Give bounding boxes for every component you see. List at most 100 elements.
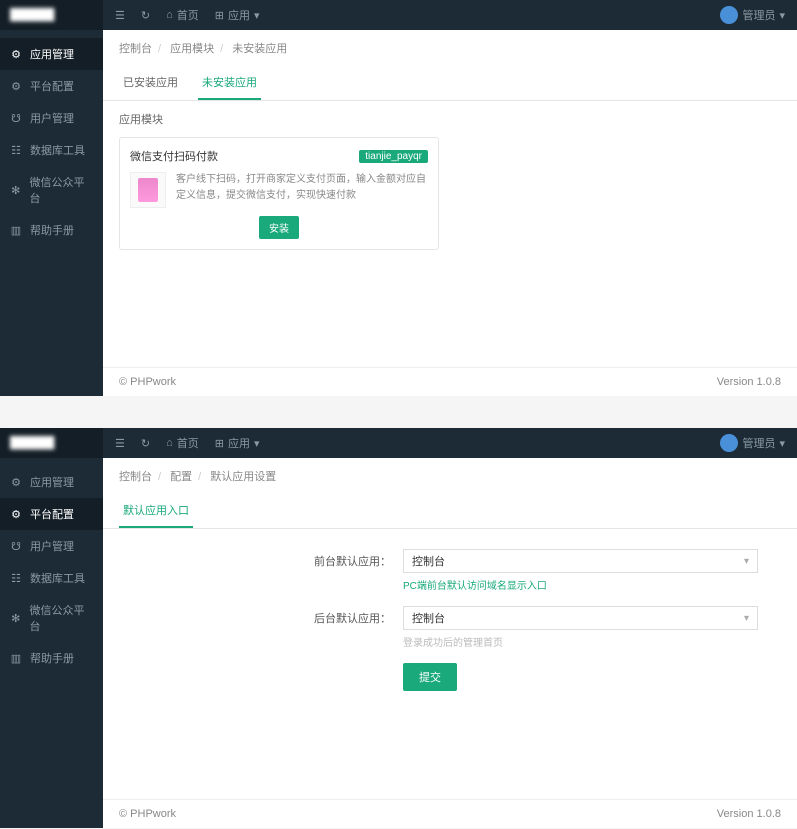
copyright: © PHPwork (119, 376, 176, 388)
tabs: 默认应用入口 (103, 494, 797, 529)
main: ☰ ↻ ⌂首页 ⊞应用 ▾ 管理员 ▾ 控制台/ 应用模块/ 未安装应用 已安装… (103, 0, 797, 396)
section-title: 应用模块 (103, 101, 797, 137)
nav-item-platform[interactable]: ⚙ 平台配置 (0, 498, 103, 530)
nav-item-wechat[interactable]: ✻ 微信公众平台 (0, 166, 103, 214)
chevron-down-icon: ▾ (744, 556, 749, 567)
database-icon: ☷ (10, 144, 22, 156)
wechat-icon: ✻ (10, 184, 22, 196)
avatar (720, 434, 738, 452)
crumb[interactable]: 配置 (170, 471, 192, 483)
nav-label: 平台配置 (30, 506, 74, 522)
form: 前台默认应用： 控制台 ▾ PC端前台默认访问域名显示入口 后台默认应用： 控制… (103, 529, 797, 711)
breadcrumb: 控制台/ 配置/ 默认应用设置 (103, 458, 797, 494)
gear-icon: ⚙ (10, 48, 22, 60)
grid-icon: ⊞ (215, 437, 224, 450)
topbar: ☰ ↻ ⌂首页 ⊞应用 ▾ 管理员 ▾ (103, 0, 797, 30)
back-help-text: 登录成功后的管理首页 (403, 634, 797, 649)
nav-label: 帮助手册 (30, 222, 74, 238)
gear-icon: ⚙ (10, 80, 22, 92)
gear-icon: ⚙ (10, 508, 22, 520)
nav-item-help[interactable]: ▥帮助手册 (0, 642, 103, 674)
submit-button[interactable]: 提交 (403, 663, 457, 691)
home-link[interactable]: ⌂首页 (166, 7, 199, 23)
logo: ██████ (0, 428, 103, 458)
breadcrumb: 控制台/ 应用模块/ 未安装应用 (103, 30, 797, 66)
front-app-label: 前台默认应用： (103, 553, 403, 569)
user-menu[interactable]: 管理员 ▾ (720, 6, 785, 24)
chevron-down-icon: ▾ (254, 9, 260, 22)
card-title: 微信支付扫码付款 (130, 148, 218, 164)
chevron-down-icon: ▾ (254, 437, 260, 450)
chevron-down-icon: ▾ (779, 437, 785, 450)
nav-label: 应用管理 (30, 46, 74, 62)
menu-toggle[interactable]: ☰ (115, 9, 125, 22)
wechat-icon: ✻ (10, 612, 22, 624)
nav-label: 应用管理 (30, 474, 74, 490)
content: 控制台/ 应用模块/ 未安装应用 已安装应用 未安装应用 应用模块 微信支付扫码… (103, 30, 797, 367)
home-icon: ⌂ (166, 9, 173, 21)
nav-item-platform[interactable]: ⚙ 平台配置 (0, 70, 103, 102)
panel-config: ██████ ⚙应用管理 ⚙平台配置 ☋用户管理 ☷数据库工具 ✻微信公众平台 … (0, 428, 797, 828)
app-thumbnail (130, 172, 166, 208)
nav-label: 用户管理 (30, 538, 74, 554)
crumb: 默认应用设置 (210, 471, 276, 483)
refresh-button[interactable]: ↻ (141, 9, 150, 22)
tab-not-installed[interactable]: 未安装应用 (198, 66, 261, 100)
back-app-label: 后台默认应用： (103, 610, 403, 626)
version: Version 1.0.8 (717, 376, 781, 388)
home-link[interactable]: ⌂首页 (166, 435, 199, 451)
nav-label: 帮助手册 (30, 650, 74, 666)
nav-item-users[interactable]: ☋用户管理 (0, 530, 103, 562)
nav-item-database[interactable]: ☷ 数据库工具 (0, 134, 103, 166)
logo: ██████ (0, 0, 103, 30)
back-app-select[interactable]: 控制台 ▾ (403, 606, 758, 630)
front-app-select[interactable]: 控制台 ▾ (403, 549, 758, 573)
nav-item-apps[interactable]: ⚙ 应用管理 (0, 466, 103, 498)
select-value: 控制台 (412, 553, 445, 569)
panel-apps: ██████ ⚙ 应用管理 ⚙ 平台配置 ☋用户管理 ☷ 数据库工具 ✻ 微信公众平台 … (0, 0, 797, 396)
book-icon: ▥ (10, 224, 22, 236)
nav-label: 微信公众平台 (30, 174, 93, 206)
version: Version 1.0.8 (717, 808, 781, 820)
crumb[interactable]: 控制台 (119, 43, 152, 55)
user-menu[interactable]: 管理员 ▾ (720, 434, 785, 452)
sidebar: ██████ ⚙应用管理 ⚙平台配置 ☋用户管理 ☷数据库工具 ✻微信公众平台 … (0, 428, 103, 828)
nav-label: 平台配置 (30, 78, 74, 94)
crumb[interactable]: 应用模块 (170, 43, 214, 55)
app-card: 微信支付扫码付款 tianjie_payqr 客户线下扫码，打开商家定义支付页面… (119, 137, 439, 250)
install-button[interactable]: 安装 (259, 216, 299, 239)
front-help-text: PC端前台默认访问域名显示入口 (403, 577, 797, 592)
nav-label: 微信公众平台 (30, 602, 93, 634)
database-icon: ☷ (10, 572, 22, 584)
tab-default-entry[interactable]: 默认应用入口 (119, 494, 193, 528)
apps-dropdown[interactable]: ⊞应用 ▾ (215, 7, 260, 23)
nav: ⚙ 应用管理 ⚙ 平台配置 ☋用户管理 ☷ 数据库工具 ✻ 微信公众平台 ▥ 帮助手册 (0, 30, 103, 396)
copyright: © PHPwork (119, 808, 176, 820)
content: 控制台/ 配置/ 默认应用设置 默认应用入口 前台默认应用： 控制台 ▾ PC端… (103, 458, 797, 799)
nav-item-help[interactable]: ▥ 帮助手册 (0, 214, 103, 246)
nav-label: 数据库工具 (30, 570, 85, 586)
sidebar: ██████ ⚙ 应用管理 ⚙ 平台配置 ☋用户管理 ☷ 数据库工具 ✻ 微信公众平台 … (0, 0, 103, 396)
main: ☰ ↻ ⌂首页 ⊞应用 ▾ 管理员 ▾ 控制台/ 配置/ 默认应用设置 默认应用… (103, 428, 797, 828)
nav-item-users[interactable]: ☋用户管理 (0, 102, 103, 134)
tab-installed[interactable]: 已安装应用 (119, 66, 182, 100)
card-badge: tianjie_payqr (359, 150, 428, 163)
select-value: 控制台 (412, 610, 445, 626)
apps-dropdown[interactable]: ⊞应用 ▾ (215, 435, 260, 451)
crumb[interactable]: 控制台 (119, 471, 152, 483)
gear-icon: ⚙ (10, 476, 22, 488)
footer: © PHPwork Version 1.0.8 (103, 367, 797, 396)
avatar (720, 6, 738, 24)
chevron-down-icon: ▾ (779, 9, 785, 22)
nav-item-database[interactable]: ☷ 数据库工具 (0, 562, 103, 594)
nav-item-wechat[interactable]: ✻ 微信公众平台 (0, 594, 103, 642)
grid-icon: ⊞ (215, 9, 224, 22)
nav-item-apps[interactable]: ⚙ 应用管理 (0, 38, 103, 70)
card-description: 客户线下扫码，打开商家定义支付页面，输入金额对应自定义信息，提交微信支付，实现快… (176, 172, 428, 208)
topbar: ☰ ↻ ⌂首页 ⊞应用 ▾ 管理员 ▾ (103, 428, 797, 458)
menu-toggle[interactable]: ☰ (115, 437, 125, 450)
footer: © PHPwork Version 1.0.8 (103, 799, 797, 828)
refresh-button[interactable]: ↻ (141, 437, 150, 450)
chevron-down-icon: ▾ (744, 613, 749, 624)
nav-label: 数据库工具 (30, 142, 85, 158)
